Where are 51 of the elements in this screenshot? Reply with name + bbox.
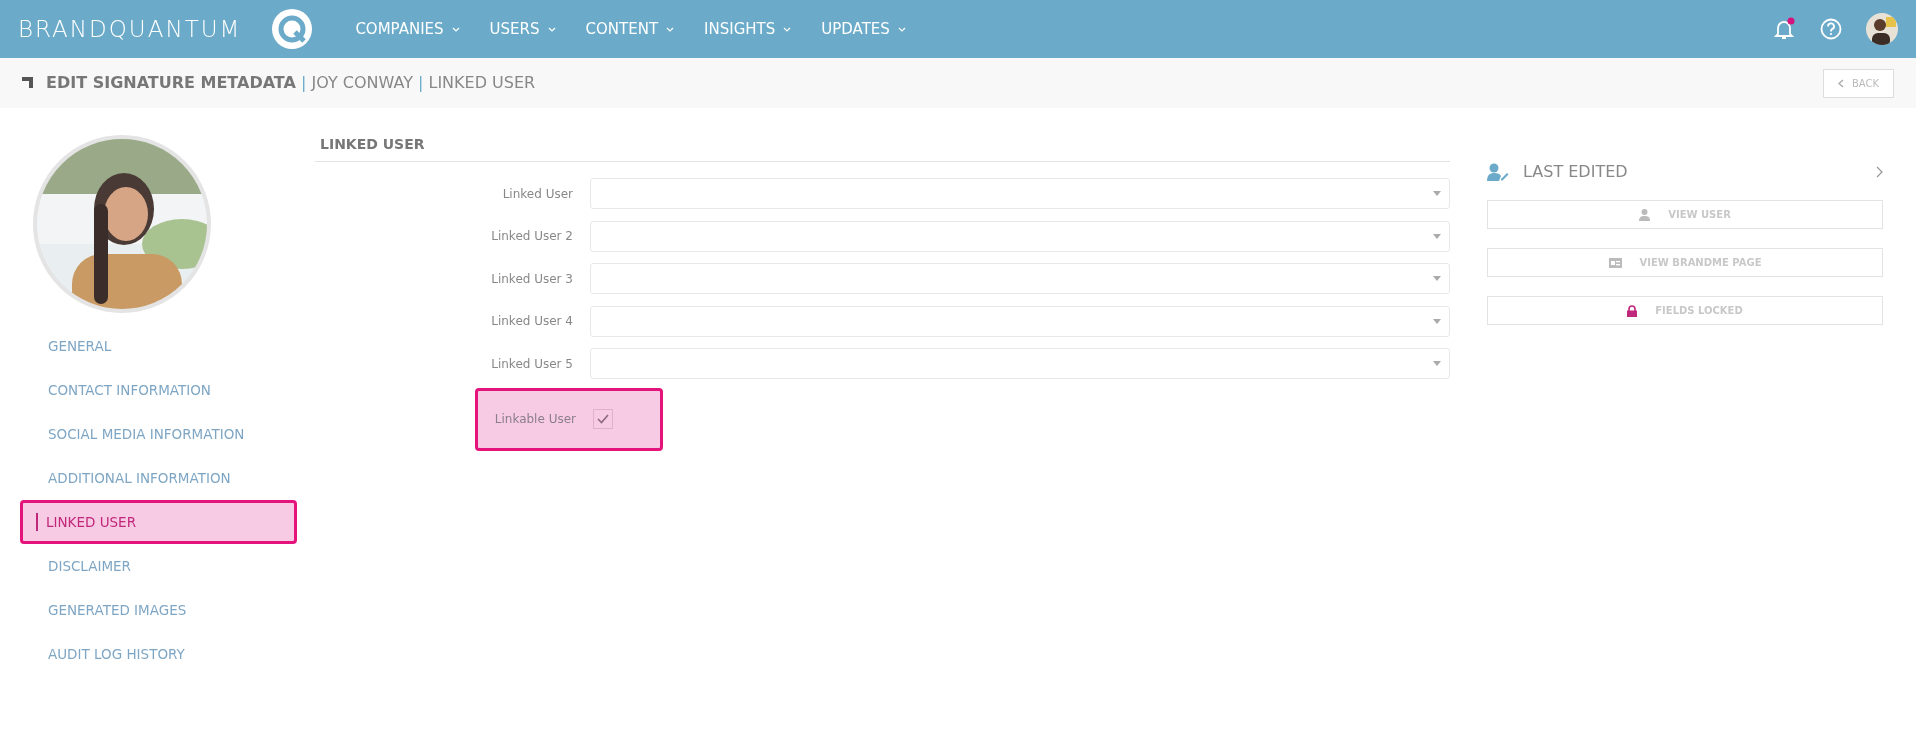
section-title: LINKED USER — [315, 134, 1450, 162]
bell-icon[interactable] — [1772, 17, 1796, 41]
back-button[interactable]: BACK — [1822, 68, 1894, 98]
caret-icon — [451, 26, 460, 32]
user-edit-icon — [1487, 163, 1509, 181]
field-label: Linkable User — [493, 411, 577, 428]
dropdown-arrow-icon — [1433, 276, 1441, 281]
checkbox[interactable] — [593, 409, 613, 429]
dropdown-arrow-icon — [1433, 361, 1441, 366]
menu-item[interactable]: COMPANIES — [355, 17, 460, 41]
sidebar-item[interactable]: CONTACT INFORMATION — [20, 368, 297, 412]
logo-icon — [271, 8, 314, 50]
sidebar-item[interactable]: GENERAL — [20, 324, 297, 368]
field-label: Linked User 3 — [490, 270, 574, 288]
dropdown-arrow-icon — [1433, 318, 1441, 324]
sidebar-item[interactable]: SOCIAL MEDIA INFORMATION — [20, 412, 297, 456]
corner-icon — [22, 77, 34, 89]
caret-icon — [783, 26, 792, 32]
dropdown-field[interactable] — [590, 305, 1450, 337]
caret-icon — [547, 26, 556, 32]
field-label: Linked User 2 — [490, 228, 574, 245]
brand-logo-text: BRANDQUANTUM — [18, 14, 242, 44]
lock-icon — [1627, 304, 1638, 317]
menu-item[interactable]: UPDATES — [821, 17, 906, 41]
field-label: Linked User 5 — [490, 355, 574, 373]
sidebar-item[interactable]: ADDITIONAL INFORMATION — [20, 456, 297, 500]
panel-title: LAST EDITED — [1523, 161, 1628, 183]
user-icon — [1639, 208, 1651, 221]
sidebar-item[interactable]: DISCLAIMER — [20, 544, 297, 588]
dropdown-arrow-icon — [1433, 191, 1441, 196]
help-icon[interactable] — [1820, 18, 1842, 40]
field-label: Linked User 4 — [490, 313, 574, 330]
sidebar-item[interactable]: AUDIT LOG HISTORY — [20, 632, 297, 676]
dropdown-field[interactable] — [590, 263, 1450, 294]
chevron-right-icon[interactable] — [1876, 166, 1883, 178]
menu-item[interactable]: USERS — [489, 17, 556, 41]
field-label: Linked User — [501, 185, 574, 203]
dropdown-field[interactable] — [590, 178, 1450, 209]
dropdown-arrow-icon — [1433, 233, 1441, 239]
dropdown-field[interactable] — [590, 348, 1450, 379]
chevron-left-icon — [1837, 78, 1844, 88]
breadcrumb: EDIT SIGNATURE METADATA | JOY CONWAY | LINKED USER — [46, 72, 536, 94]
sidebar-item[interactable]: GENERATED IMAGES — [20, 588, 297, 632]
caret-icon — [897, 26, 906, 32]
menu-item[interactable]: INSIGHTS — [704, 17, 792, 41]
id-card-icon — [1608, 257, 1622, 268]
dropdown-field[interactable] — [590, 220, 1450, 252]
check-icon — [597, 414, 609, 424]
menu-item[interactable]: CONTENT — [585, 17, 675, 41]
caret-icon — [666, 26, 675, 32]
sidebar-item[interactable]: LINKED USER — [20, 500, 297, 544]
